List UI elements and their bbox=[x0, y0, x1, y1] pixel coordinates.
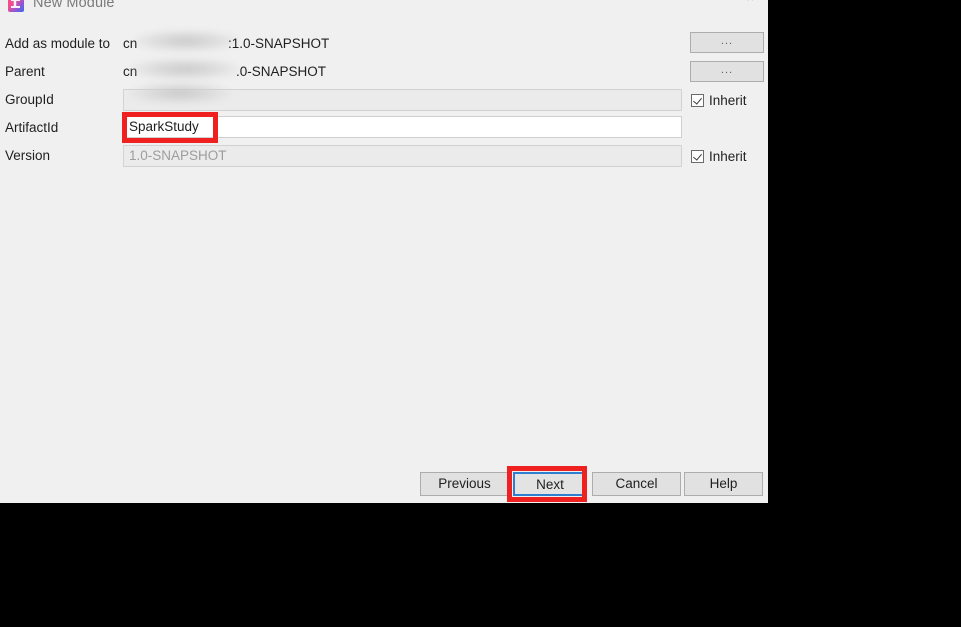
value-add-as-module-to-suffix: :1.0-SNAPSHOT bbox=[228, 36, 330, 51]
previous-button[interactable]: Previous bbox=[420, 472, 509, 496]
close-icon[interactable]: × bbox=[737, 0, 763, 9]
cancel-button[interactable]: Cancel bbox=[592, 472, 681, 496]
dialog-button-bar: Previous Next Cancel Help bbox=[0, 470, 768, 503]
label-parent: Parent bbox=[5, 64, 45, 79]
inherit-version-label: Inherit bbox=[709, 148, 747, 164]
label-artifactid: ArtifactId bbox=[5, 120, 59, 135]
label-version: Version bbox=[5, 148, 51, 163]
redacted-region bbox=[134, 30, 238, 52]
new-module-dialog: New Module × Add as module to cn :1.0-SN… bbox=[0, 0, 768, 503]
artifactid-input[interactable]: SparkStudy bbox=[123, 116, 682, 138]
dialog-title: New Module bbox=[33, 0, 115, 11]
value-parent-suffix: .0-SNAPSHOT bbox=[236, 64, 327, 79]
browse-button-parent[interactable]: ... bbox=[690, 61, 764, 82]
checkbox-icon[interactable] bbox=[691, 149, 704, 163]
inherit-version-checkbox[interactable]: Inherit bbox=[691, 147, 747, 165]
checkbox-icon[interactable] bbox=[691, 93, 704, 107]
redacted-region bbox=[130, 58, 240, 80]
browse-button-add-as-module-to[interactable]: ... bbox=[690, 32, 764, 53]
next-button[interactable]: Next bbox=[513, 472, 587, 496]
dialog-titlebar: New Module × bbox=[0, 0, 768, 22]
label-add-as-module-to: Add as module to bbox=[5, 36, 111, 51]
label-groupid: GroupId bbox=[5, 92, 54, 107]
inherit-groupid-label: Inherit bbox=[709, 92, 747, 108]
intellij-idea-icon bbox=[8, 0, 24, 12]
redacted-region bbox=[130, 82, 230, 104]
inherit-groupid-checkbox[interactable]: Inherit bbox=[691, 91, 747, 109]
help-button[interactable]: Help bbox=[684, 472, 763, 496]
version-input[interactable]: 1.0-SNAPSHOT bbox=[123, 145, 682, 167]
